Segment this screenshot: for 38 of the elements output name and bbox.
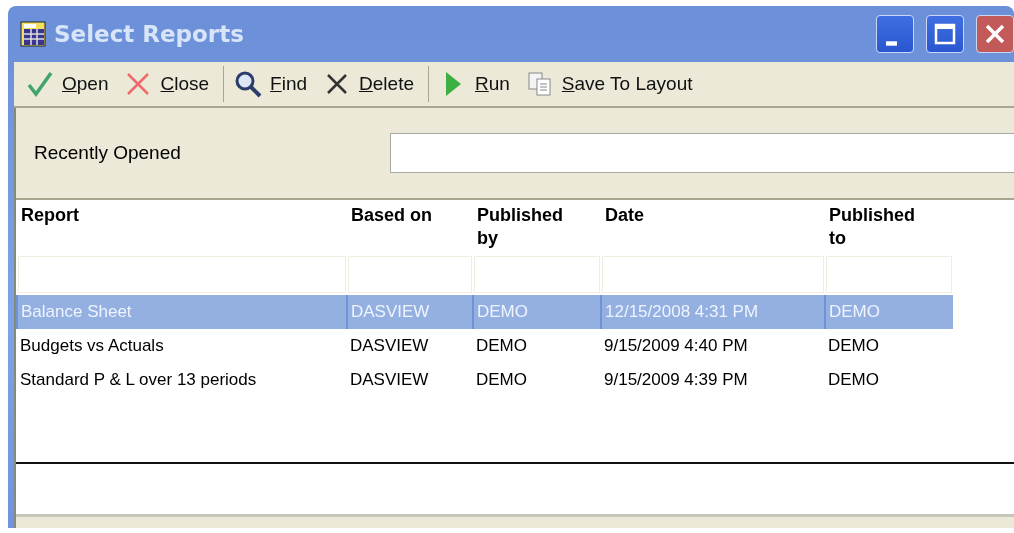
toolbar-button[interactable]: Delete	[317, 64, 424, 104]
filter-field[interactable]	[474, 256, 600, 293]
table-cell[interactable]: DASVIEW	[347, 329, 473, 363]
minimize-button[interactable]	[876, 15, 914, 53]
table-cell[interactable]: DEMO	[473, 363, 601, 397]
table-cell[interactable]: Budgets vs Actuals	[17, 329, 347, 363]
filter-field[interactable]	[18, 256, 346, 293]
column-header[interactable]: Date	[601, 200, 825, 254]
search-icon	[234, 70, 263, 98]
check-icon	[26, 70, 54, 98]
toolbar-button[interactable]: Run	[433, 64, 520, 104]
documents-icon	[525, 70, 554, 98]
table-cell[interactable]: 9/15/2009 4:40 PM	[601, 329, 825, 363]
maximize-button[interactable]	[926, 15, 964, 53]
table-cell[interactable]: DEMO	[825, 329, 953, 363]
filter-field[interactable]	[348, 256, 472, 293]
window-title: Select Reports	[54, 21, 245, 47]
filter-field[interactable]	[602, 256, 824, 293]
column-header[interactable]: Report	[17, 200, 347, 254]
recently-opened-field[interactable]	[390, 133, 1014, 173]
toolbar-button[interactable]: Find	[228, 64, 318, 104]
minimize-icon	[885, 40, 897, 46]
column-header[interactable]: Based on	[347, 200, 473, 254]
toolbar-button[interactable]: Open	[20, 64, 119, 104]
column-header[interactable]: Published to	[825, 200, 953, 254]
recently-opened-label: Recently Opened	[34, 142, 182, 164]
table-cell[interactable]: DEMO	[825, 363, 953, 397]
column-header[interactable]: Published by	[473, 200, 601, 254]
toolbar-button[interactable]: Save To Layout	[519, 64, 703, 104]
maximize-icon	[932, 21, 958, 47]
close-button[interactable]	[976, 15, 1014, 53]
toolbar-button[interactable]: Close	[118, 64, 220, 104]
table-icon	[20, 21, 46, 47]
table-cell[interactable]: DASVIEW	[347, 363, 473, 397]
table-cell[interactable]: Standard P & L over 13 periods	[17, 363, 347, 397]
table-cell[interactable]: DEMO	[473, 329, 601, 363]
filter-field[interactable]	[826, 256, 952, 293]
table-cell[interactable]: 9/15/2009 4:39 PM	[601, 363, 825, 397]
